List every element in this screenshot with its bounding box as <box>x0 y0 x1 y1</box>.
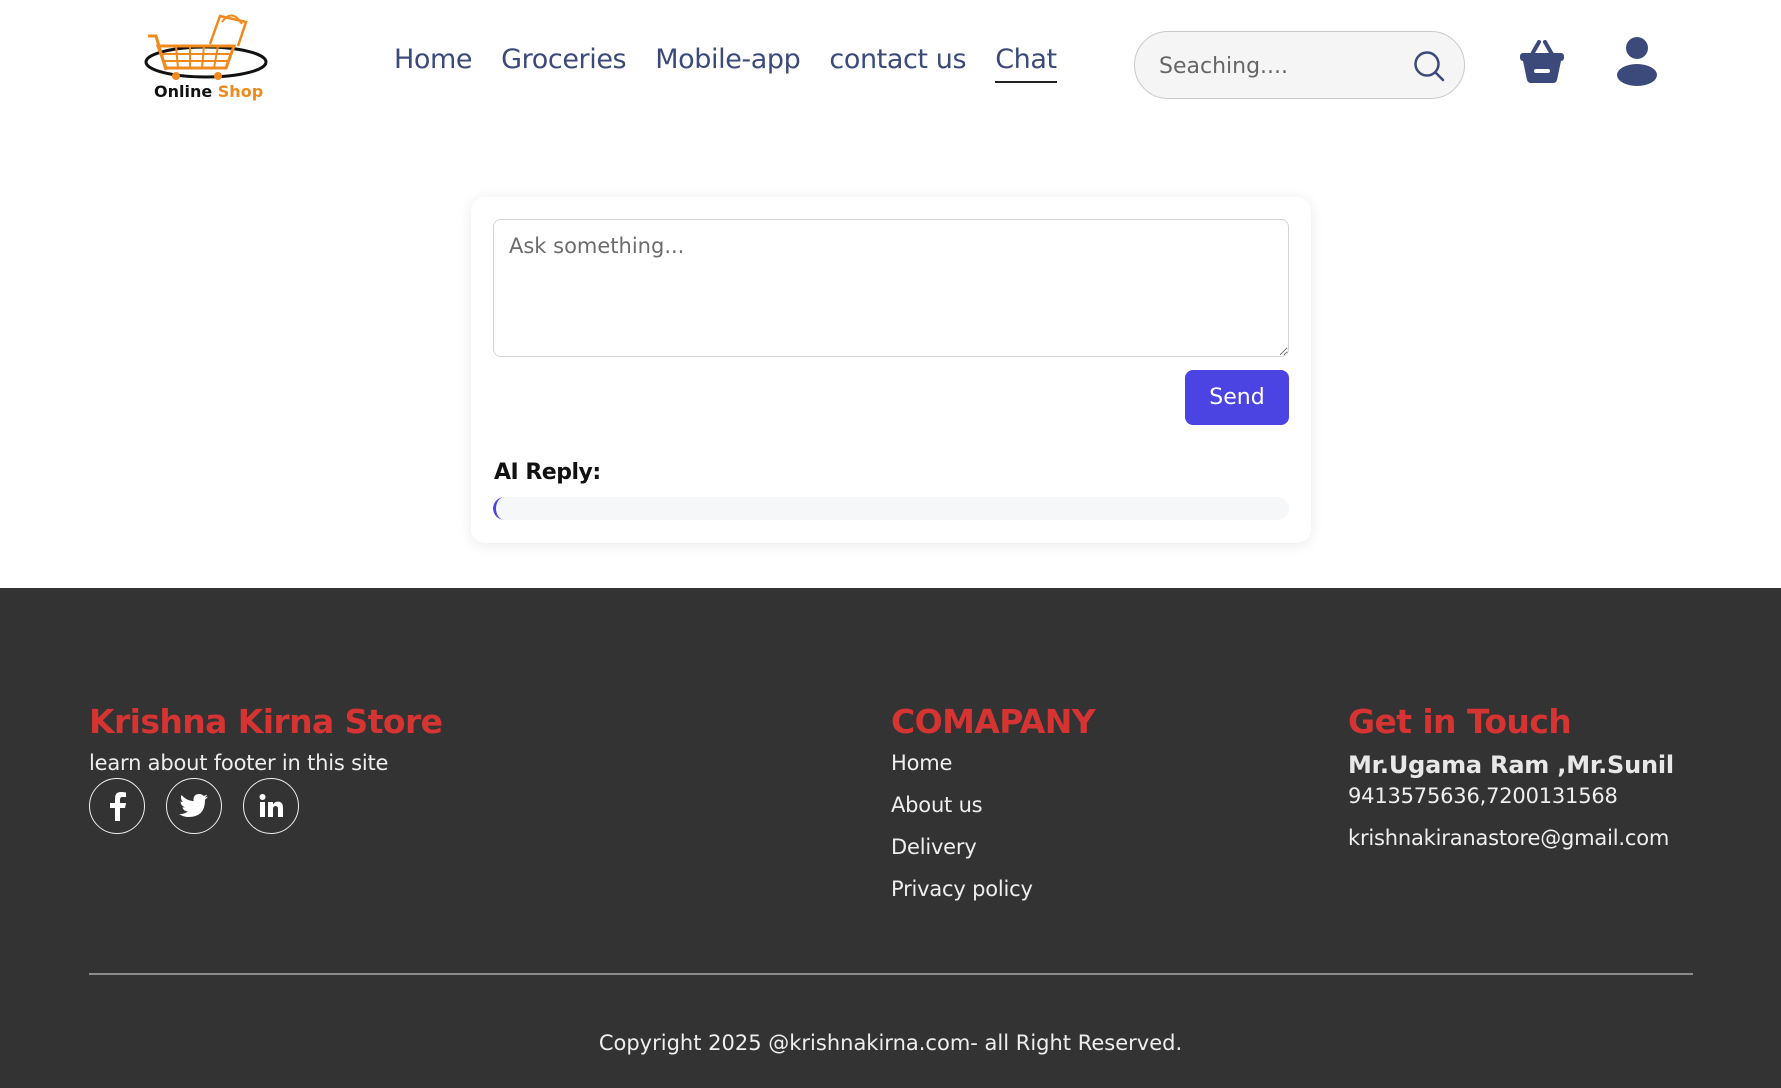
shopping-cart-logo-icon <box>144 14 268 80</box>
footer-contact-names: Mr.Ugama Ram ,Mr.Sunil <box>1348 751 1674 779</box>
nav-contact-us[interactable]: contact us <box>829 44 966 83</box>
footer-company-title: COMAPANY <box>891 702 1096 741</box>
footer-contact-email[interactable]: krishnakiranastore@gmail.com <box>1348 826 1669 850</box>
site-header: Online Shop Home Groceries Mobile-app co… <box>0 0 1781 130</box>
logo-text: Online Shop <box>154 82 263 101</box>
basket-icon[interactable] <box>1519 38 1565 84</box>
nav-home[interactable]: Home <box>394 44 473 83</box>
linkedin-icon[interactable] <box>243 778 299 834</box>
footer-link-delivery[interactable]: Delivery <box>891 835 977 859</box>
online-shop-logo[interactable]: Online Shop <box>142 6 277 106</box>
search-icon[interactable] <box>1412 49 1446 83</box>
ai-reply-label: AI Reply: <box>494 460 601 485</box>
loading-spinner-icon <box>493 497 516 520</box>
footer-contact-title: Get in Touch <box>1348 702 1572 741</box>
chat-card: Send AI Reply: <box>471 197 1311 543</box>
nav-groceries[interactable]: Groceries <box>501 44 626 83</box>
nav-mobile-app[interactable]: Mobile-app <box>655 44 801 83</box>
footer-link-home[interactable]: Home <box>891 751 952 775</box>
logo-text-shop: Shop <box>217 82 264 101</box>
logo-text-online: Online <box>154 82 213 101</box>
site-footer: Krishna Kirna Store learn about footer i… <box>0 588 1781 1088</box>
twitter-icon[interactable] <box>166 778 222 834</box>
search-bar <box>1134 31 1465 99</box>
footer-divider <box>89 973 1693 975</box>
chat-input[interactable] <box>493 219 1289 357</box>
send-button[interactable]: Send <box>1185 370 1289 425</box>
ai-reply-box <box>493 497 1289 520</box>
facebook-icon[interactable] <box>89 778 145 834</box>
footer-store-text: learn about footer in this site <box>89 751 389 775</box>
footer-link-privacy-policy[interactable]: Privacy policy <box>891 877 1033 901</box>
main-nav: Home Groceries Mobile-app contact us Cha… <box>394 44 1057 83</box>
search-input[interactable] <box>1159 50 1399 82</box>
nav-chat[interactable]: Chat <box>995 44 1057 83</box>
footer-copyright: Copyright 2025 @krishnakirna.com- all Ri… <box>598 1031 1183 1055</box>
footer-store-title: Krishna Kirna Store <box>89 702 443 741</box>
footer-link-about-us[interactable]: About us <box>891 793 983 817</box>
footer-contact-phones: 9413575636,7200131568 <box>1348 784 1618 808</box>
user-icon[interactable] <box>1616 36 1658 86</box>
